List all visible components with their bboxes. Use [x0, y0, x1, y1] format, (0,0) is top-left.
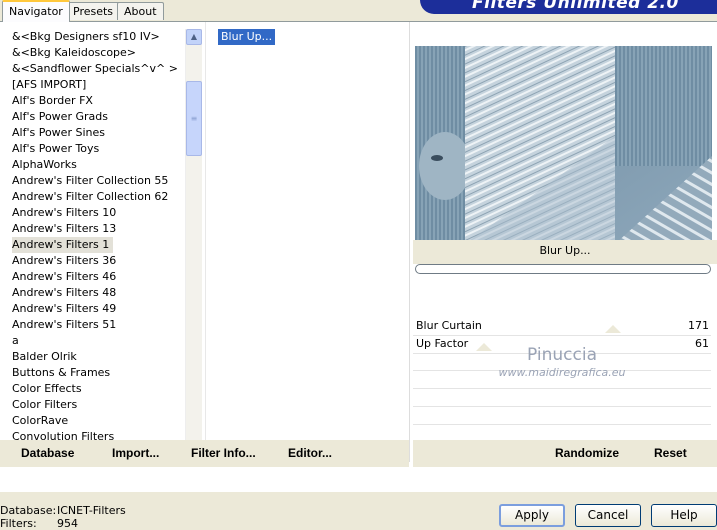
list-divider — [205, 22, 206, 462]
database-label: Database: — [0, 504, 57, 517]
category-item[interactable]: Color Filters — [12, 397, 77, 413]
editor-button[interactable]: Editor... — [288, 446, 332, 460]
filter-preview-image — [415, 46, 712, 244]
panel-divider — [409, 22, 410, 462]
param-toolbar: Randomize Reset — [413, 440, 717, 467]
slider-marker-icon — [605, 325, 621, 333]
category-item[interactable]: Buttons & Frames — [12, 365, 110, 381]
category-item[interactable]: Andrew's Filters 36 — [12, 253, 116, 269]
category-item[interactable]: Andrew's Filters 10 — [12, 205, 116, 221]
help-button[interactable]: Help — [651, 504, 717, 527]
tab-presets-label: Presets — [73, 5, 114, 18]
tab-navigator[interactable]: Navigator — [2, 0, 70, 22]
category-item[interactable]: &<Sandflower Specials^v^ > — [12, 61, 178, 77]
title-banner: Filters Unlimited 2.0 — [420, 0, 717, 14]
param-slot-empty — [413, 407, 711, 425]
filters-count-value: 954 — [57, 517, 78, 530]
banner-title: Filters Unlimited 2.0 — [472, 0, 679, 13]
category-item[interactable]: Andrew's Filters 1 — [12, 237, 114, 253]
scroll-thumb-grip-icon: ≡ — [190, 114, 198, 123]
scroll-up-arrow-icon[interactable]: ▲ — [186, 29, 202, 45]
category-item[interactable]: &<Bkg Kaleidoscope> — [12, 45, 136, 61]
param-label: Blur Curtain — [416, 319, 482, 332]
tab-presets[interactable]: Presets — [66, 2, 121, 20]
filter-info-button[interactable]: Filter Info... — [191, 446, 256, 460]
category-item[interactable]: Alf's Power Sines — [12, 125, 105, 141]
category-item[interactable]: Andrew's Filter Collection 62 — [12, 189, 168, 205]
watermark-url: www.maidiregrafica.eu — [498, 366, 626, 379]
watermark-name: Pinuccia — [527, 345, 597, 365]
category-scrollbar[interactable]: ▲ ≡ ▼ — [185, 29, 202, 461]
filter-name-label: Blur Up... — [539, 244, 591, 257]
import-button[interactable]: Import... — [112, 446, 159, 460]
category-item[interactable]: Color Effects — [12, 381, 82, 397]
category-item[interactable]: Andrew's Filters 51 — [12, 317, 116, 333]
reset-button[interactable]: Reset — [654, 446, 687, 460]
param-slot-empty — [413, 389, 711, 407]
preview-artwork — [415, 46, 712, 244]
category-item[interactable]: AlphaWorks — [12, 157, 77, 173]
category-item[interactable]: Andrew's Filters 49 — [12, 301, 116, 317]
category-item[interactable]: Alf's Power Toys — [12, 141, 99, 157]
database-value: ICNET-Filters — [57, 504, 126, 517]
cancel-button[interactable]: Cancel — [575, 504, 641, 527]
apply-button[interactable]: Apply — [499, 504, 565, 527]
filters-count-label: Filters: — [0, 517, 37, 530]
category-item[interactable]: &<Bkg Designers sf10 IV> — [12, 29, 160, 45]
category-item[interactable]: Andrew's Filters 46 — [12, 269, 116, 285]
category-item[interactable]: a — [12, 333, 19, 349]
randomize-button[interactable]: Randomize — [555, 446, 619, 460]
navigator-toolbar: Database Import... Filter Info... Editor… — [0, 440, 409, 467]
database-button[interactable]: Database — [21, 446, 74, 460]
category-item[interactable]: ColorRave — [12, 413, 68, 429]
category-item[interactable]: Andrew's Filter Collection 55 — [12, 173, 168, 189]
tab-about-label: About — [124, 5, 157, 18]
category-item[interactable]: Andrew's Filters 48 — [12, 285, 116, 301]
category-item[interactable]: [AFS IMPORT] — [12, 77, 86, 93]
category-item[interactable]: Alf's Border FX — [12, 93, 93, 109]
category-list[interactable]: &<Bkg Designers sf10 IV> &<Bkg Kaleidosco… — [0, 25, 185, 462]
category-item[interactable]: Andrew's Filters 13 — [12, 221, 116, 237]
category-item[interactable]: Balder Olrik — [12, 349, 77, 365]
param-blur-curtain[interactable]: Blur Curtain 171 — [413, 317, 711, 336]
filter-item-selected[interactable]: Blur Up... — [218, 29, 276, 45]
tab-about[interactable]: About — [117, 2, 164, 20]
category-item[interactable]: Alf's Power Grads — [12, 109, 108, 125]
progress-bar — [415, 264, 711, 274]
scroll-thumb[interactable]: ≡ — [186, 81, 202, 156]
tab-navigator-label: Navigator — [9, 5, 63, 18]
param-value: 171 — [688, 319, 709, 332]
